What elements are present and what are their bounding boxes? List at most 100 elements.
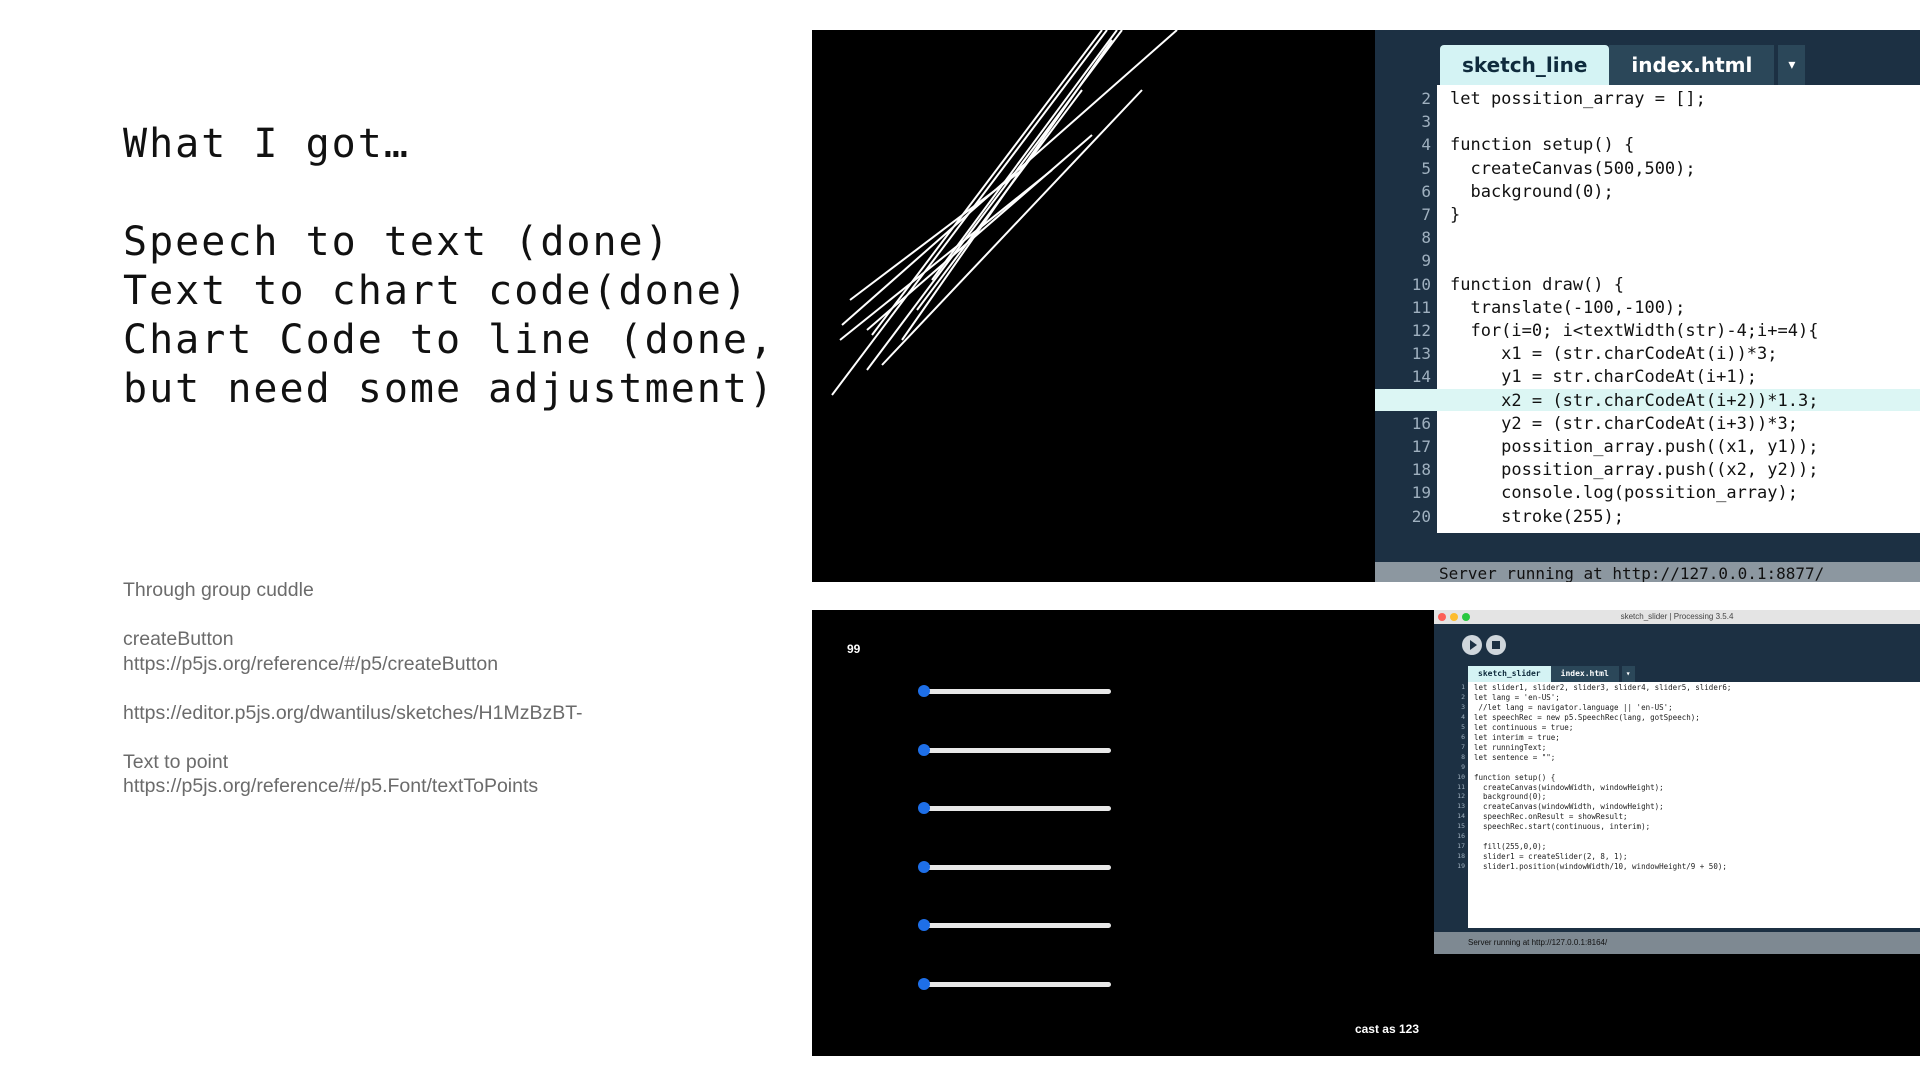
drawn-line [849,169,1023,301]
slider-track[interactable] [924,923,1111,929]
tab-sketch-line[interactable]: sketch_line [1440,45,1610,85]
line-number: 15 [1457,822,1465,831]
code-line: possition_array.push((x1, y1)); [1450,437,1819,457]
status-bar: Server running at http://127.0.0.1:8164/ [1434,932,1920,954]
status-bar: Server running at http://127.0.0.1:8877/ [1375,562,1920,582]
line-number: 7 [1421,205,1431,224]
code-line: let possition_array = []; [1450,89,1706,109]
slider[interactable] [918,743,1111,756]
code-line: let continuous = true; [1474,722,1574,732]
tab-sketch-slider[interactable]: sketch_slider [1468,666,1551,682]
code-line: function setup() { [1474,772,1556,782]
note-line: Through group cuddle [123,579,314,601]
slider-sketch-canvas: 99 cast as 123 [812,610,1434,1056]
line-number: 9 [1421,251,1431,271]
code-line: console.log(possition_array); [1450,483,1798,504]
slider-track[interactable] [924,747,1111,753]
line-number: 2 [1461,692,1465,701]
slide-title-block: What I got… Speech to text (done) Text to … [123,120,775,414]
play-button[interactable] [1462,635,1482,655]
line-number: 5 [1461,722,1465,731]
code-line: let slider1, slider2, slider3, slider4, … [1474,683,1732,692]
slider[interactable] [918,978,1111,990]
title-line: What I got… [123,121,410,167]
title-line: but need some adjustment) [123,366,776,412]
code-line: function draw() { [1450,274,1624,295]
line-number: 11 [1457,782,1465,791]
slider-knob[interactable] [918,978,930,990]
maximize-window-icon[interactable] [1462,613,1470,621]
line-number: 4 [1461,712,1465,721]
code-line: let sentence = ""; [1474,752,1556,762]
note-line[interactable]: https://p5js.org/reference/#/p5.Font/tex… [123,774,583,799]
code-line: background(0); [1474,792,1547,802]
close-window-icon[interactable] [1438,613,1446,621]
code-line: createCanvas(500,500); [1450,158,1696,179]
note-line: Text to point [123,750,229,773]
play-icon [1470,640,1477,650]
stop-button[interactable] [1486,635,1506,655]
drawn-line [931,30,1118,281]
line-number: 6 [1461,732,1465,741]
slider-track[interactable] [924,864,1111,870]
slider-track[interactable] [924,982,1111,987]
code-line: let lang = 'en-US'; [1474,692,1560,702]
note-line[interactable]: https://p5js.org/reference/#/p5/createBu… [123,652,583,677]
line-number: 11 [1411,297,1431,317]
line-number: 13 [1457,802,1465,811]
minimize-window-icon[interactable] [1450,613,1458,621]
window-title-bar: sketch_slider | Processing 3.5.4 [1434,610,1920,624]
line-number: 16 [1411,413,1431,433]
line-number: 1 [1461,683,1465,691]
line-number: 2 [1421,89,1431,108]
line-sketch-screenshot: sketch_line index.html ▾ 2 3 4 5 6 7 8 9 10 11 12 1… [812,30,1920,582]
line-number: 19 [1457,862,1465,871]
code-line: for(i=0; i<textWidth(str)-4;i+=4){ [1450,321,1819,341]
tab-index-html[interactable]: index.html [1550,666,1619,682]
code-line: speechRec.start(continuous, interim); [1474,822,1651,832]
drawn-line [881,89,1143,366]
drawn-line [866,134,1093,331]
slider-track[interactable] [924,689,1111,694]
drawn-line [916,89,1083,311]
code-line: x2 = (str.charCodeAt(i+2))*1.3; [1450,390,1819,411]
code-line: translate(-100,-100); [1450,297,1686,318]
note-line [123,676,583,701]
line-number-gutter: 234567891011121314151617181920 [1375,85,1437,562]
line-number: 5 [1421,158,1431,178]
slider[interactable] [918,860,1111,873]
slider-track[interactable] [924,806,1111,812]
line-number: 8 [1421,228,1431,248]
slider-knob[interactable] [918,802,930,815]
line-number: 7 [1461,742,1465,751]
status-text: Server running at http://127.0.0.1:8164/ [1468,938,1608,947]
window-title: sketch_slider | Processing 3.5.4 [1620,612,1734,621]
code-area[interactable]: 234567891011121314151617181920 let possi… [1375,85,1920,562]
note-line[interactable]: https://editor.p5js.org/dwantilus/sketch… [123,701,583,726]
slider-knob[interactable] [918,743,930,756]
slider-knob[interactable] [918,860,930,873]
line-number: 13 [1411,344,1431,364]
slider[interactable] [918,802,1111,815]
slider-knob[interactable] [918,919,930,932]
line-number: 18 [1411,460,1431,480]
code-editor-window: sketch_line index.html ▾ 2 3 4 5 6 7 8 9 10 11 12 1… [1375,30,1920,582]
line-number: 14 [1411,367,1431,387]
tab-menu-chevron-icon[interactable]: ▾ [1778,45,1806,85]
tab-menu-chevron-icon[interactable]: ▾ [1621,666,1635,682]
slider-knob[interactable] [918,685,930,697]
code-area[interactable]: 1 2 3 4 5 6 7 8 9 10 11 12 13 14 15 16 17 18 19 let slider… [1434,682,1920,928]
console-panel [1434,954,1920,1056]
slider[interactable] [918,685,1111,697]
code-line: x1 = (str.charCodeAt(i))*3; [1450,344,1778,365]
drawn-line [841,30,1178,326]
line-number: 9 [1461,762,1465,771]
line-number: 3 [1421,112,1431,132]
line-number: 4 [1421,135,1431,155]
code-line: } [1450,205,1461,225]
slider[interactable] [918,919,1111,932]
line-number: 8 [1461,752,1465,761]
title-line: Chart Code to line (done, [123,317,776,363]
code-line: function setup() { [1450,135,1635,156]
tab-index-html[interactable]: index.html [1609,45,1775,85]
